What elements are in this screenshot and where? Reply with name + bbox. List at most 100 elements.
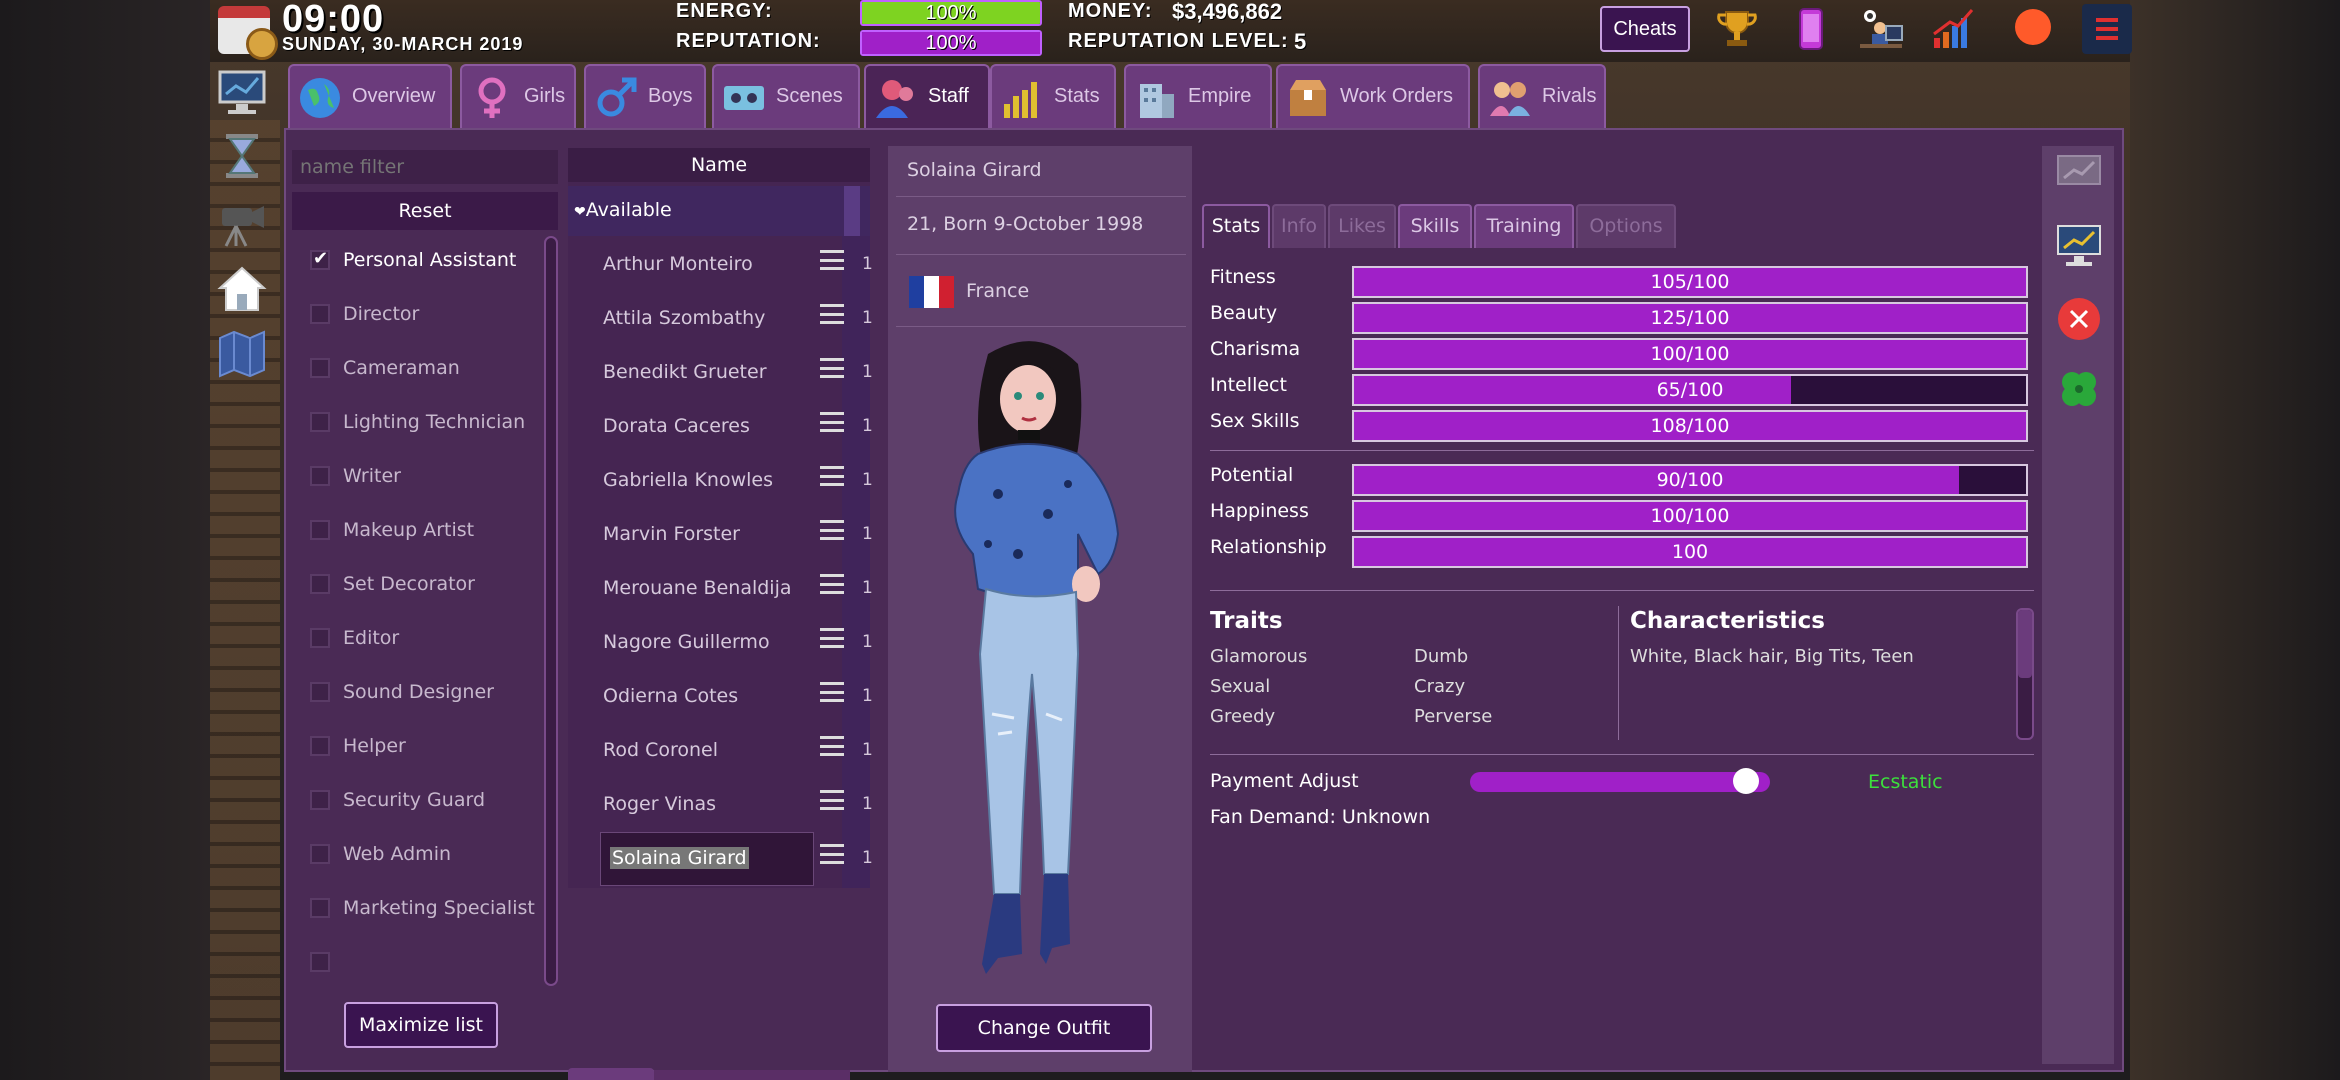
list-item[interactable]: Gabriella Knowles 1 <box>568 454 873 508</box>
checkbox[interactable] <box>310 790 330 810</box>
role-set-decorator[interactable]: Set Decorator <box>306 565 546 605</box>
list-item[interactable]: Arthur Monteiro 1 <box>568 238 873 292</box>
main-menu-button[interactable] <box>2082 4 2132 54</box>
reset-button[interactable]: Reset <box>292 192 558 230</box>
drag-handle-icon[interactable] <box>820 574 844 594</box>
drag-handle-icon[interactable] <box>820 682 844 702</box>
checkbox[interactable] <box>310 844 330 864</box>
role-unlabeled[interactable] <box>306 943 546 983</box>
tab-girls[interactable]: Girls <box>460 64 576 128</box>
role-personal-assistant[interactable]: Personal Assistant <box>306 241 546 281</box>
tab-stats[interactable]: Stats <box>990 64 1116 128</box>
tab-rivals[interactable]: Rivals <box>1478 64 1606 128</box>
checkbox[interactable] <box>310 682 330 702</box>
tab-work-orders[interactable]: Work Orders <box>1276 64 1470 128</box>
name-column-header[interactable]: Name <box>568 148 870 182</box>
drag-handle-icon[interactable] <box>820 520 844 540</box>
role-web-admin[interactable]: Web Admin <box>306 835 546 875</box>
checkbox[interactable] <box>310 952 330 972</box>
analytics-icon[interactable] <box>2056 224 2102 272</box>
drag-handle-icon[interactable] <box>820 250 844 270</box>
checkbox[interactable] <box>310 898 330 918</box>
tab-boys[interactable]: Boys <box>584 64 706 128</box>
scroll-thumb[interactable] <box>2018 610 2032 678</box>
checkbox[interactable] <box>310 736 330 756</box>
tab-detail-skills[interactable]: Skills <box>1398 204 1472 248</box>
list-item[interactable]: Marvin Forster 1 <box>568 508 873 562</box>
monitor-icon[interactable] <box>216 66 268 118</box>
tab-overview[interactable]: Overview <box>288 64 452 128</box>
checkbox[interactable] <box>310 628 330 648</box>
role-director[interactable]: Director <box>306 295 546 335</box>
checkbox[interactable] <box>310 520 330 540</box>
list-item[interactable]: Rod Coronel 1 <box>568 724 873 778</box>
list-item[interactable]: Attila Szombathy 1 <box>568 292 873 346</box>
role-sound-designer[interactable]: Sound Designer <box>306 673 546 713</box>
stat-label-potential: Potential <box>1210 464 1294 486</box>
list-item[interactable]: Nagore Guillermo 1 <box>568 616 873 670</box>
drag-handle-icon[interactable] <box>820 412 844 432</box>
clover-icon[interactable] <box>2056 366 2102 412</box>
role-editor[interactable]: Editor <box>306 619 546 659</box>
role-writer[interactable]: Writer <box>306 457 546 497</box>
list-item[interactable]: Odierna Cotes 1 <box>568 670 873 724</box>
drag-handle-icon[interactable] <box>820 736 844 756</box>
role-list-scrollbar[interactable] <box>544 236 558 986</box>
tab-detail-stats[interactable]: Stats <box>1202 204 1270 248</box>
drag-handle-icon[interactable] <box>820 790 844 810</box>
role-cameraman[interactable]: Cameraman <box>306 349 546 389</box>
hourglass-icon[interactable] <box>216 130 268 182</box>
checkbox[interactable] <box>310 574 330 594</box>
drag-handle-icon[interactable] <box>820 304 844 324</box>
available-group-header[interactable]: ❤Available <box>568 186 870 236</box>
energy-value: 100% <box>925 2 977 24</box>
characteristics-scrollbar[interactable] <box>2016 608 2034 740</box>
drag-handle-icon[interactable] <box>820 628 844 648</box>
camera-icon[interactable] <box>216 196 268 248</box>
calendar-icon[interactable] <box>218 6 278 60</box>
tab-staff[interactable]: Staff <box>864 64 990 128</box>
list-item[interactable]: Benedikt Grueter 1 <box>568 346 873 400</box>
growth-chart-icon[interactable] <box>1930 6 1976 52</box>
role-lighting-technician[interactable]: Lighting Technician <box>306 403 546 443</box>
checkbox[interactable] <box>310 304 330 324</box>
cheats-button[interactable]: Cheats <box>1600 6 1690 52</box>
list-item-selected[interactable]: Solaina Girard 1 <box>568 832 873 886</box>
drag-handle-icon[interactable] <box>820 844 844 864</box>
phone-icon[interactable] <box>1788 6 1834 52</box>
checkbox[interactable] <box>310 248 330 270</box>
trait-item: Greedy <box>1210 706 1276 727</box>
drag-handle-icon[interactable] <box>820 358 844 378</box>
divider <box>1210 590 2034 591</box>
list-item[interactable]: Dorata Caceres 1 <box>568 400 873 454</box>
change-outfit-button[interactable]: Change Outfit <box>936 1004 1152 1052</box>
checkbox[interactable] <box>310 412 330 432</box>
role-security-guard[interactable]: Security Guard <box>306 781 546 821</box>
checkbox[interactable] <box>310 358 330 378</box>
list-item[interactable]: Merouane Benaldija 1 <box>568 562 873 616</box>
name-filter-input[interactable] <box>292 150 558 184</box>
payment-slider-knob[interactable] <box>1733 768 1759 794</box>
notification-icon[interactable] <box>2010 6 2056 52</box>
background-right <box>2130 0 2340 1080</box>
background-left <box>0 0 210 1080</box>
role-makeup-artist[interactable]: Makeup Artist <box>306 511 546 551</box>
drag-handle-icon[interactable] <box>820 466 844 486</box>
map-icon[interactable] <box>216 328 268 380</box>
role-helper[interactable]: Helper <box>306 727 546 767</box>
payment-slider-track[interactable] <box>1470 772 1770 792</box>
checkbox[interactable] <box>310 466 330 486</box>
role-label: Helper <box>343 735 406 757</box>
office-icon[interactable] <box>1858 6 1904 52</box>
home-icon[interactable] <box>216 262 268 314</box>
maximize-list-button[interactable]: Maximize list <box>344 1002 498 1048</box>
role-marketing-specialist[interactable]: Marketing Specialist <box>306 889 546 929</box>
stat-bar-relationship: 100 <box>1352 536 2028 568</box>
trophy-icon[interactable] <box>1714 6 1760 52</box>
list-item[interactable]: Roger Vinas 1 <box>568 778 873 832</box>
list-footer-tab[interactable] <box>568 1068 654 1080</box>
fire-staff-icon[interactable] <box>2056 296 2102 342</box>
tab-empire[interactable]: Empire <box>1124 64 1272 128</box>
tab-scenes[interactable]: Scenes <box>712 64 860 128</box>
tab-detail-training[interactable]: Training <box>1474 204 1574 248</box>
